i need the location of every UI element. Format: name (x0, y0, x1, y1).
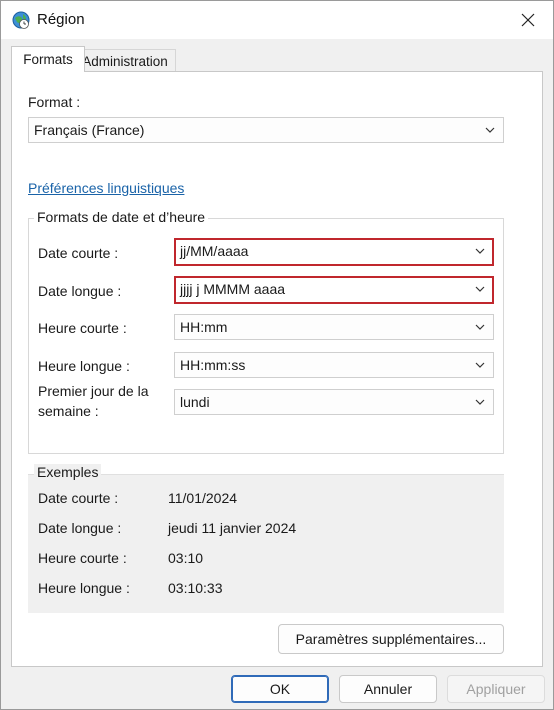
example-short-date-value: 11/01/2024 (168, 490, 238, 506)
example-short-time-value: 03:10 (168, 550, 204, 566)
long-time-label: Heure longue : (38, 358, 130, 374)
chevron-down-icon (475, 248, 485, 254)
chevron-down-icon (475, 399, 485, 405)
tab-administration[interactable]: Administration (75, 49, 176, 72)
long-date-value: jjjj j MMMM aaaa (180, 281, 286, 297)
chevron-down-icon (485, 127, 495, 133)
first-day-label-line1: Premier jour de la (38, 383, 149, 399)
example-long-time-label: Heure longue : (38, 580, 130, 596)
ok-button[interactable]: OK (231, 675, 329, 703)
cancel-button[interactable]: Annuler (339, 675, 437, 703)
chevron-down-icon (475, 362, 485, 368)
region-dialog: Région Formats Administration Format : F… (0, 0, 554, 710)
globe-clock-icon (12, 11, 30, 29)
additional-settings-button[interactable]: Paramètres supplémentaires... (278, 624, 504, 654)
example-short-date-label: Date courte : (38, 490, 119, 506)
close-icon (521, 13, 535, 27)
close-button[interactable] (515, 7, 541, 33)
date-time-formats-title: Formats de date et d’heure (34, 209, 209, 225)
language-preferences-link[interactable]: Préférences linguistiques (28, 180, 184, 196)
long-time-value: HH:mm:ss (180, 357, 246, 373)
chevron-down-icon (475, 324, 485, 330)
format-dropdown-value: Français (France) (34, 122, 145, 138)
short-time-value: HH:mm (180, 319, 228, 335)
title-bar: Région (1, 1, 553, 39)
format-label: Format : (28, 94, 81, 110)
chevron-down-icon (475, 286, 485, 292)
format-dropdown[interactable]: Français (France) (28, 117, 504, 143)
tab-formats-label: Formats (23, 52, 73, 67)
example-long-date-value: jeudi 11 janvier 2024 (168, 520, 297, 536)
tab-formats[interactable]: Formats (11, 46, 85, 72)
tab-administration-label: Administration (82, 53, 168, 69)
long-time-dropdown[interactable]: HH:mm:ss (174, 352, 494, 378)
first-day-label-line2: semaine : (38, 403, 99, 419)
example-long-time-value: 03:10:33 (168, 580, 223, 596)
formats-tab-panel: Format : Français (France) Préférences l… (11, 71, 543, 667)
window-title: Région (37, 11, 85, 28)
long-date-label: Date longue : (38, 283, 122, 299)
short-date-value: jj/MM/aaaa (180, 243, 249, 259)
short-time-dropdown[interactable]: HH:mm (174, 314, 494, 340)
example-short-time-label: Heure courte : (38, 550, 127, 566)
short-date-label: Date courte : (38, 245, 119, 261)
example-long-date-label: Date longue : (38, 520, 122, 536)
first-day-value: lundi (180, 394, 210, 410)
short-time-label: Heure courte : (38, 320, 127, 336)
short-date-dropdown[interactable]: jj/MM/aaaa (174, 238, 494, 266)
apply-button[interactable]: Appliquer (447, 675, 545, 703)
examples-title: Exemples (34, 464, 102, 480)
long-date-dropdown[interactable]: jjjj j MMMM aaaa (174, 276, 494, 304)
first-day-dropdown[interactable]: lundi (174, 389, 494, 415)
